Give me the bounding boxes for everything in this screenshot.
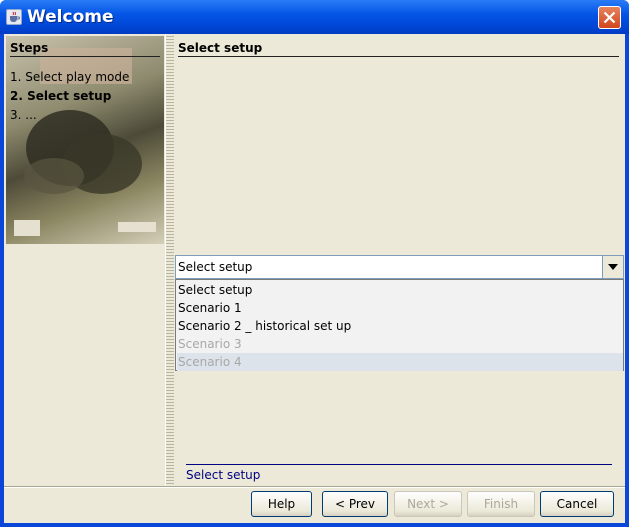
cancel-button[interactable]: Cancel: [540, 491, 614, 517]
combo-selected-value: Select setup: [178, 260, 253, 274]
status-message: Select setup: [186, 468, 261, 482]
option-scenario-2[interactable]: Scenario 2 _ historical set up: [177, 317, 623, 335]
wizard-client-area: Steps 1. Select play mode 2. Select setu…: [4, 34, 625, 523]
option-scenario-4[interactable]: Scenario 4: [177, 353, 623, 371]
status-divider: [186, 464, 612, 465]
finish-button[interactable]: Finish: [467, 491, 535, 517]
step-more: 3. ...: [10, 108, 37, 122]
combo-dropdown-button[interactable]: [602, 256, 623, 278]
box-cover-image: [6, 36, 164, 244]
next-button[interactable]: Next >: [394, 491, 462, 517]
title-bar[interactable]: Welcome: [0, 0, 629, 34]
chevron-down-icon: [608, 264, 618, 270]
setup-dropdown-list[interactable]: Select setup Scenario 1 Scenario 2 _ his…: [175, 279, 624, 371]
option-select-setup[interactable]: Select setup: [177, 281, 623, 299]
title-divider: [178, 56, 619, 57]
page-title: Select setup: [178, 41, 263, 55]
prev-button[interactable]: < Prev: [322, 491, 388, 517]
steps-panel: Steps 1. Select play mode 2. Select setu…: [4, 34, 164, 486]
steps-header: Steps: [10, 41, 49, 55]
content-panel: Select setup Select setup Select setup S…: [174, 34, 625, 486]
wizard-window: Welcome Steps 1. Select play mode 2. Sel…: [0, 0, 629, 527]
window-title: Welcome: [27, 7, 114, 27]
option-scenario-3[interactable]: Scenario 3: [177, 335, 623, 353]
option-scenario-1[interactable]: Scenario 1: [177, 299, 623, 317]
help-button[interactable]: Help: [251, 491, 312, 517]
java-cup-icon: [6, 9, 22, 25]
steps-divider: [10, 56, 160, 57]
step-select-setup: 2. Select setup: [10, 89, 112, 103]
button-bar-divider-highlight: [4, 487, 625, 488]
panel-splitter[interactable]: [165, 34, 174, 486]
setup-combobox[interactable]: Select setup: [175, 255, 624, 279]
close-button[interactable]: [598, 6, 621, 29]
step-select-play-mode: 1. Select play mode: [10, 70, 130, 84]
window-frame-bottom: [0, 523, 629, 527]
window-frame-right: [625, 34, 629, 527]
close-icon: [603, 11, 616, 24]
